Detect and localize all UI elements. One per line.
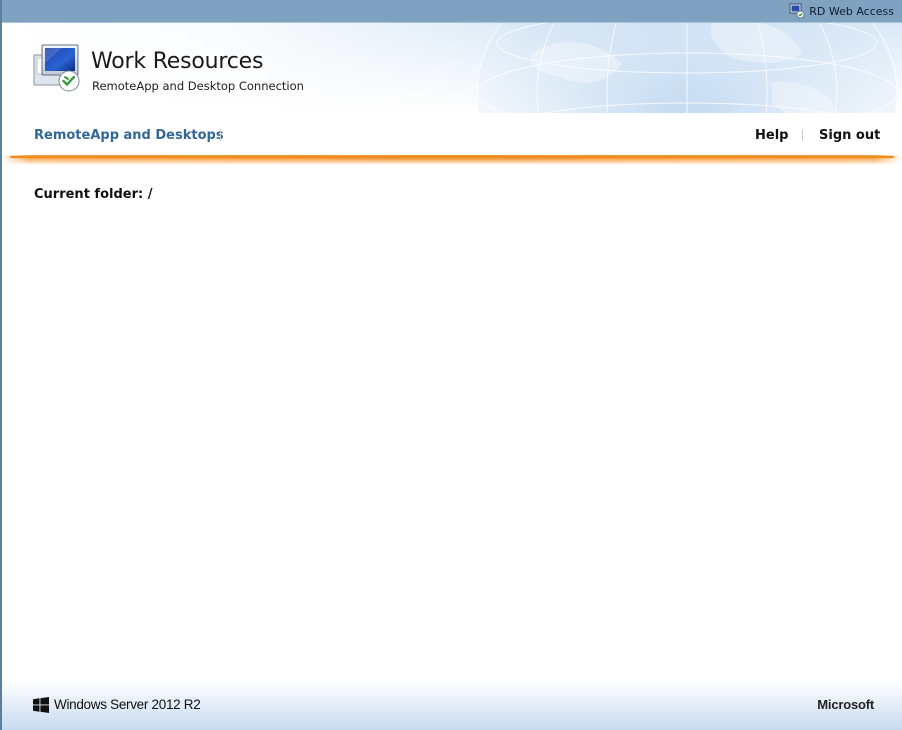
help-link[interactable]: Help: [755, 128, 788, 143]
header-banner: Work Resources RemoteApp and Desktop Con…: [2, 23, 902, 113]
page-subtitle: RemoteApp and Desktop Connection: [92, 79, 304, 93]
rd-web-access-brand: RD Web Access: [789, 3, 894, 19]
remoteapp-monitor-icon: [33, 44, 80, 92]
current-folder-label: Current folder: /: [34, 187, 153, 202]
page-title: Work Resources: [91, 49, 264, 74]
microsoft-logo: Microsoft: [817, 697, 874, 712]
sign-out-link[interactable]: Sign out: [819, 128, 880, 143]
nav-bar: RemoteApp and Desktops Help Sign out: [2, 113, 902, 157]
nav-divider: [802, 129, 803, 141]
nav-divider: [220, 129, 221, 141]
footer: Windows Server 2012 R2 Microsoft: [2, 680, 902, 730]
windows-logo-icon: [33, 697, 49, 713]
top-bar: RD Web Access: [2, 0, 902, 23]
main-content: Current folder: /: [2, 166, 902, 680]
rd-web-access-icon: [789, 3, 805, 19]
rd-web-access-label: RD Web Access: [809, 4, 894, 18]
windows-server-version: Windows Server 2012 R2: [54, 697, 201, 712]
tab-remoteapp-and-desktops[interactable]: RemoteApp and Desktops: [34, 128, 224, 143]
orange-divider: [10, 156, 894, 158]
rd-web-access-page: RD Web Access Work Resources RemoteApp a…: [0, 0, 902, 730]
